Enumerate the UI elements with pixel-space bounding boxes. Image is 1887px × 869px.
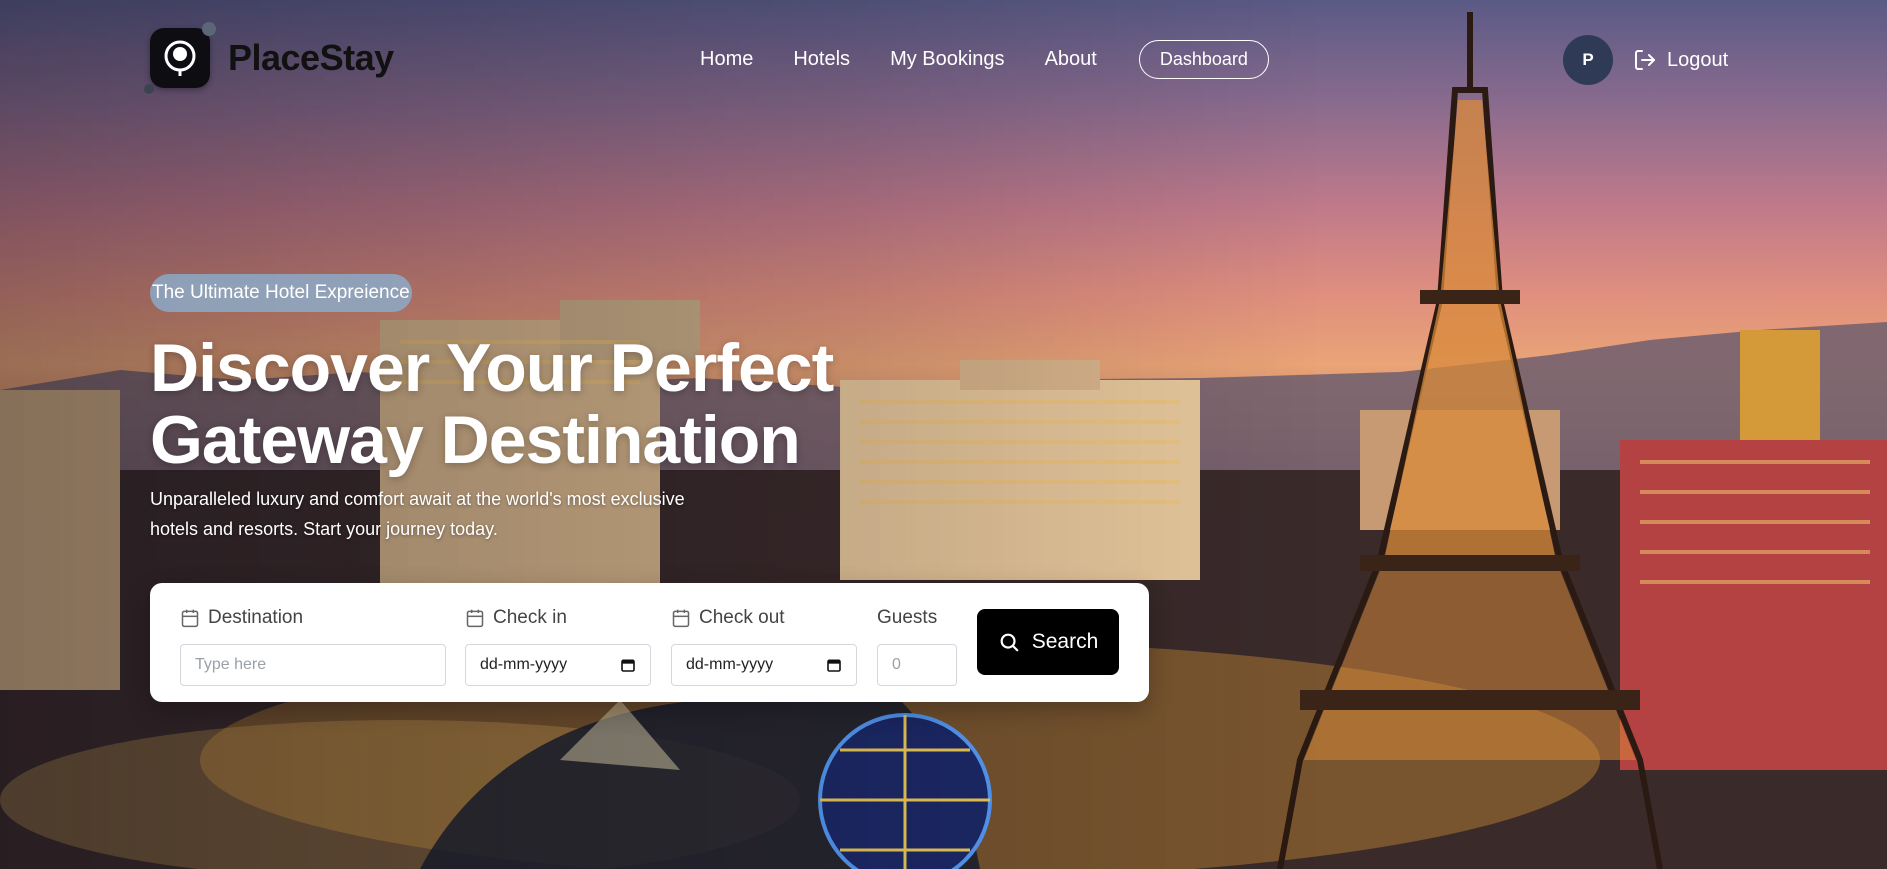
brand-logo[interactable]: PlaceStay — [144, 22, 394, 94]
nav-about-link[interactable]: About — [1045, 48, 1097, 71]
destination-field: Destination Type here — [180, 605, 446, 686]
hero-badge: The Ultimate Hotel Expreience — [150, 274, 412, 312]
top-navigation-bar: PlaceStay Home Hotels My Bookings About … — [0, 0, 1887, 120]
search-icon — [1000, 633, 1019, 652]
logout-button[interactable]: Logout — [1633, 48, 1728, 72]
logo-icon — [144, 22, 216, 94]
calendar-icon — [672, 609, 690, 628]
nav-hotels-link[interactable]: Hotels — [793, 48, 850, 71]
check-in-field: Check in dd-mm-yyyy — [465, 605, 651, 686]
nav-home-link[interactable]: Home — [700, 48, 753, 71]
hotel-search-form: Destination Type here Check in dd-mm-yyy… — [150, 583, 1149, 702]
nav-my-bookings-link[interactable]: My Bookings — [890, 48, 1005, 71]
guests-field: Guests 0 — [877, 605, 957, 686]
search-button[interactable]: Search — [977, 609, 1119, 675]
calendar-picker-icon[interactable] — [620, 657, 636, 673]
hero-subtext-line-2: hotels and resorts. Start your journey t… — [150, 519, 498, 539]
check-out-field: Check out dd-mm-yyyy — [671, 605, 857, 686]
logout-icon — [1635, 50, 1655, 70]
hero-headline: Discover Your Perfect Gateway Destinatio… — [150, 332, 910, 476]
check-out-label: Check out — [699, 607, 785, 628]
hero-headline-line-2: Gateway Destination — [150, 402, 801, 478]
search-button-label: Search — [1031, 630, 1099, 653]
destination-label: Destination — [208, 607, 304, 628]
hero-badge-text: The Ultimate Hotel Expreience — [152, 282, 410, 303]
calendar-picker-icon[interactable] — [826, 657, 842, 673]
check-in-label: Check in — [493, 607, 567, 628]
check-in-date-input[interactable]: dd-mm-yyyy — [465, 644, 651, 686]
logout-label: Logout — [1667, 48, 1729, 71]
hero-subtext-line-1: Unparalleled luxury and comfort await at… — [150, 489, 685, 509]
guests-input[interactable]: 0 — [877, 644, 957, 686]
main-nav: Home Hotels My Bookings About Dashboard — [700, 40, 1269, 79]
user-area: P Logout — [1563, 35, 1728, 85]
destination-input[interactable]: Type here — [180, 644, 446, 686]
check-in-value: dd-mm-yyyy — [480, 656, 568, 673]
calendar-icon — [181, 609, 199, 628]
hero-headline-line-1: Discover Your Perfect — [150, 330, 834, 406]
brand-name: PlaceStay — [228, 37, 394, 78]
guests-label: Guests — [877, 607, 938, 628]
dashboard-button[interactable]: Dashboard — [1138, 40, 1269, 79]
check-out-value: dd-mm-yyyy — [686, 656, 774, 673]
hero-subtext: Unparalleled luxury and comfort await at… — [150, 484, 790, 544]
user-avatar[interactable]: P — [1563, 35, 1613, 85]
calendar-icon — [466, 609, 484, 628]
check-out-date-input[interactable]: dd-mm-yyyy — [671, 644, 857, 686]
